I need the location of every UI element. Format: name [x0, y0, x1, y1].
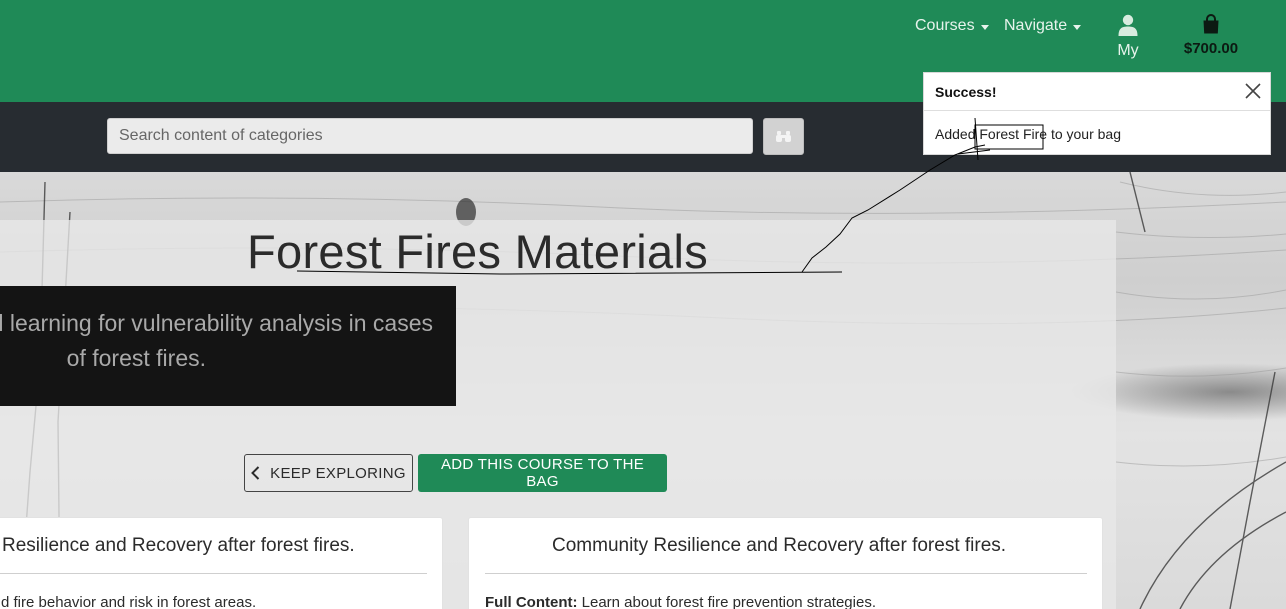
card-body: d fire behavior and risk in forest areas… — [1, 594, 256, 609]
navigate-dropdown[interactable]: Navigate — [1004, 17, 1082, 35]
course-subtitle-box: tal learning for vulnerability analysis … — [0, 286, 456, 406]
courses-dropdown[interactable]: Courses — [915, 17, 989, 35]
toast-course-name: Forest Fire — [979, 126, 1048, 142]
navigate-label: Navigate — [1004, 17, 1068, 34]
card-divider — [0, 573, 427, 574]
card-title: Resilience and Recovery after forest fir… — [2, 535, 355, 556]
search-input[interactable] — [107, 118, 753, 154]
card-body: Full Content: Learn about forest fire pr… — [485, 594, 876, 609]
course-subtitle-line-2: of forest fires. — [66, 345, 206, 371]
user-icon — [1118, 14, 1138, 36]
card-body-label: Full Content: — [485, 594, 578, 609]
card-body-text: Learn about forest fire prevention strat… — [577, 594, 876, 609]
course-card: Community Resilience and Recovery after … — [468, 517, 1103, 609]
toast-header: Success! — [924, 73, 1270, 111]
bag-total: $700.00 — [1183, 40, 1239, 57]
account-label: My — [1117, 42, 1139, 59]
toast-title: Success! — [935, 84, 997, 100]
toast-message: Added Forest Fire to your bag — [935, 126, 1121, 142]
add-to-bag-button[interactable]: ADD THIS COURSE TO THE BAG — [418, 454, 667, 492]
search-button[interactable] — [763, 118, 804, 155]
course-hero: Forest Fires Materials tal learning for … — [0, 172, 1286, 609]
card-body-text: d fire behavior and risk in forest areas… — [1, 594, 257, 609]
course-subtitle-line-1: tal learning for vulnerability analysis … — [0, 310, 433, 336]
keep-exploring-label: KEEP EXPLORING — [270, 464, 406, 482]
chevron-down-icon — [1073, 24, 1082, 30]
courses-label: Courses — [915, 17, 975, 34]
shopping-bag-icon — [1203, 14, 1219, 34]
keep-exploring-button[interactable]: KEEP EXPLORING — [244, 454, 413, 492]
toast-message-prefix: Added — [935, 126, 980, 142]
chevron-left-icon — [251, 466, 260, 480]
binoculars-icon — [776, 131, 791, 142]
account-link[interactable]: My — [1108, 14, 1148, 60]
close-icon[interactable] — [1244, 82, 1262, 100]
shopping-bag-link[interactable]: $700.00 — [1176, 14, 1246, 57]
success-toast: Success! Added Forest Fire to your bag — [923, 72, 1271, 155]
page-title: Forest Fires Materials — [247, 225, 709, 278]
chevron-down-icon — [980, 24, 989, 30]
card-title: Community Resilience and Recovery after … — [552, 535, 1007, 556]
card-divider — [485, 573, 1087, 574]
course-card: Resilience and Recovery after forest fir… — [0, 517, 443, 609]
toast-message-suffix: to your bag — [1047, 126, 1121, 142]
